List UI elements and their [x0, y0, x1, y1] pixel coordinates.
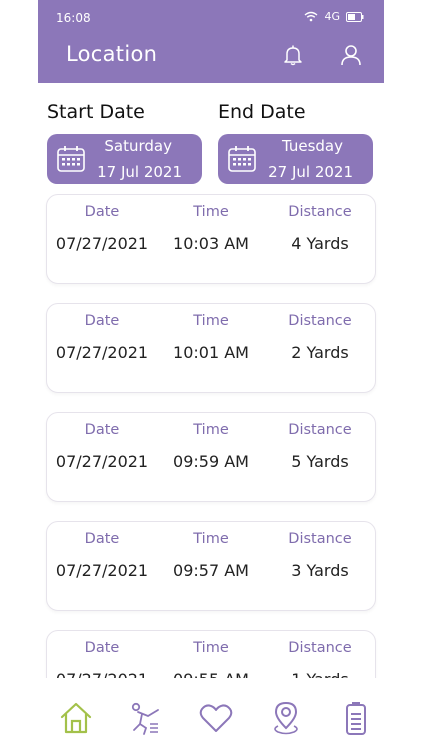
date-header: Date [84, 204, 120, 220]
record-date: 07/27/2021 [55, 234, 149, 253]
location-record-card[interactable]: Date Time Distance 07/27/2021 09:57 AM 3… [46, 521, 376, 611]
date-header: Date [84, 313, 120, 329]
date-header: Date [84, 640, 120, 656]
wifi-icon [305, 11, 318, 22]
location-pin-icon[interactable] [268, 700, 304, 736]
time-header: Time [193, 204, 229, 220]
record-date: 07/27/2021 [55, 561, 149, 580]
record-time: 09:59 AM [173, 452, 249, 471]
user-icon[interactable] [340, 44, 362, 66]
distance-header: Distance [288, 422, 352, 438]
network-type: 4G [324, 10, 340, 23]
page-title: Location [66, 42, 158, 66]
calendar-icon [228, 146, 256, 172]
record-time: 10:01 AM [173, 343, 249, 362]
fall-detection-icon[interactable] [128, 700, 164, 736]
distance-header: Distance [288, 313, 352, 329]
time-header: Time [193, 313, 229, 329]
end-date-value: 27 Jul 2021 [268, 163, 353, 181]
record-time: 09:55 AM [156, 670, 266, 678]
record-date: 07/27/2021 [47, 670, 157, 678]
location-record-card[interactable]: Date Time Distance 07/27/2021 10:03 AM 4… [46, 194, 376, 284]
record-distance: 1 Yards [265, 670, 375, 678]
home-icon[interactable] [58, 700, 94, 736]
record-distance: 2 Yards [291, 343, 349, 362]
end-date-label: End Date [218, 101, 306, 123]
location-records-list[interactable]: Date Time Distance 07/27/2021 10:03 AM 4… [38, 193, 384, 678]
record-distance: 4 Yards [291, 234, 349, 253]
distance-header: Distance [288, 531, 352, 547]
date-header: Date [84, 531, 120, 547]
time-header: Time [193, 531, 229, 547]
app-header: 16:08 4G Location [38, 0, 384, 83]
bell-icon[interactable] [282, 44, 304, 66]
location-record-card[interactable]: Date Time Distance 07/27/2021 09:55 AM 1… [46, 630, 376, 678]
record-time: 10:03 AM [173, 234, 249, 253]
location-record-card[interactable]: Date Time Distance 07/27/2021 10:01 AM 2… [46, 303, 376, 393]
end-day: Tuesday [281, 137, 343, 155]
record-distance: 5 Yards [291, 452, 349, 471]
time-header: Time [193, 640, 229, 656]
distance-header: Distance [288, 204, 352, 220]
record-time: 09:57 AM [173, 561, 249, 580]
start-date-label: Start Date [47, 101, 145, 123]
calendar-icon [57, 146, 85, 172]
status-indicators: 4G [304, 10, 364, 23]
heart-icon[interactable] [198, 700, 234, 736]
distance-header: Distance [288, 640, 352, 656]
record-distance: 3 Yards [291, 561, 349, 580]
record-date: 07/27/2021 [55, 343, 149, 362]
start-date-value: 17 Jul 2021 [97, 163, 182, 181]
status-time: 16:08 [56, 11, 91, 25]
bottom-navigation [38, 678, 384, 750]
status-battery-icon [346, 11, 364, 22]
start-date-picker[interactable]: Saturday 17 Jul 2021 [47, 134, 202, 184]
record-date: 07/27/2021 [55, 452, 149, 471]
start-day: Saturday [104, 137, 172, 155]
end-date-picker[interactable]: Tuesday 27 Jul 2021 [218, 134, 373, 184]
phone-screen: 16:08 4G Location Start Date End Date Sa… [38, 0, 384, 750]
location-record-card[interactable]: Date Time Distance 07/27/2021 09:59 AM 5… [46, 412, 376, 502]
battery-icon[interactable] [338, 700, 374, 736]
date-header: Date [84, 422, 120, 438]
date-range-labels: Start Date End Date [47, 101, 384, 127]
time-header: Time [193, 422, 229, 438]
